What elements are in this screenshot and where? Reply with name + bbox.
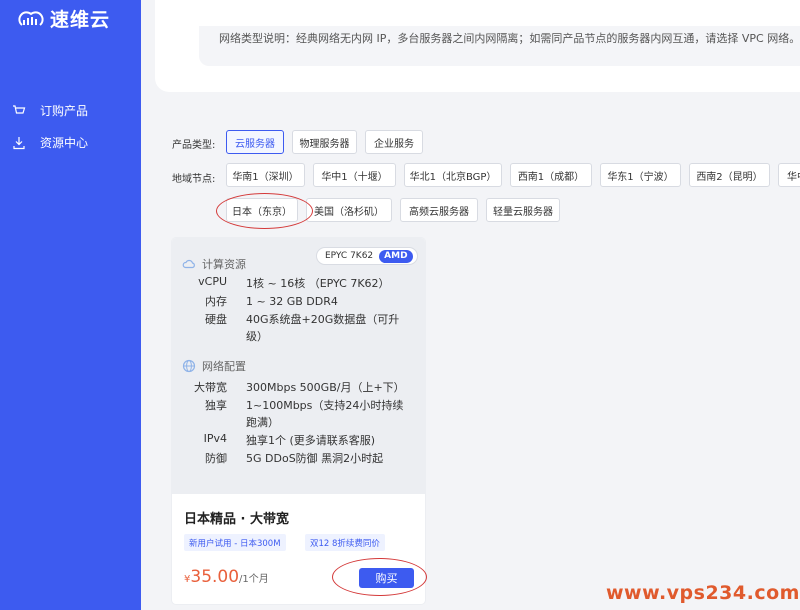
cloud-icon [182, 259, 195, 269]
product-type-physical-server[interactable]: 物理服务器 [292, 130, 357, 154]
brand-name: 速维云 [50, 9, 111, 31]
cpu-model: EPYC 7K62 [325, 251, 374, 261]
cpu-brand-badge: AMD [379, 249, 413, 263]
watermark-text: www.vps234.com [606, 582, 800, 604]
spec-key: 硬盘 [205, 313, 227, 326]
product-title: 日本精品 · 大带宽 [184, 512, 289, 527]
config-panel-top: 网络类型说明：经典网络无内网 IP，多台服务器之间内网隔离；如需同产品节点的服务… [155, 0, 800, 92]
spec-value: 独享1个 (更多请联系客服) [246, 434, 376, 447]
spec-key: 独享 [205, 399, 227, 412]
spec-value: 1 ~ 32 GB DDR4 [246, 295, 338, 308]
price-amount: 35.00 [190, 567, 240, 587]
product-card[interactable]: EPYC 7K62 AMD 计算资源 vCPU 1核 ~ 16核 （EPYC 7… [172, 238, 425, 604]
sidebar-item-label: 订购产品 [40, 104, 89, 118]
price-period: /1个月 [239, 574, 269, 585]
download-icon [13, 136, 25, 149]
spec-key: vCPU [198, 275, 227, 288]
spec-value: 40G系统盘+20G数据盘（可升级） [246, 313, 400, 343]
region-central-china-1-shiyan[interactable]: 华中1（十堰） [313, 163, 396, 187]
network-title: 网络配置 [202, 360, 246, 373]
buy-button[interactable]: 购买 [359, 568, 414, 588]
promo-tag-new-user: 新用户试用 - 日本300M [184, 534, 286, 551]
region-south-china-1-shenzhen[interactable]: 华南1（深圳） [226, 163, 305, 187]
region-label: 地域节点: [172, 174, 216, 185]
cart-icon [13, 104, 26, 114]
promo-tag-double-12: 双12 8折续费同价 [305, 534, 385, 551]
sidebar-item-resource-center[interactable]: 资源中心 [12, 134, 88, 151]
brand-logo[interactable]: 速维云 [18, 5, 110, 32]
region-southwest-1-chengdu[interactable]: 西南1（成都） [510, 163, 592, 187]
spec-key: 防御 [205, 452, 227, 465]
region-lightweight-server[interactable]: 轻量云服务器 [486, 198, 560, 222]
cpu-tag: EPYC 7K62 AMD [316, 247, 418, 265]
region-high-frequency-server[interactable]: 高频云服务器 [400, 198, 478, 222]
cloud-logo-icon [18, 10, 44, 26]
region-southwest-2-kunming[interactable]: 西南2（昆明） [689, 163, 770, 187]
product-type-label: 产品类型: [172, 140, 216, 151]
spec-key: IPv4 [203, 432, 227, 445]
network-type-note: 网络类型说明：经典网络无内网 IP，多台服务器之间内网隔离；如需同产品节点的服务… [199, 26, 800, 66]
sidebar-item-label: 资源中心 [40, 136, 89, 150]
product-type-enterprise-service[interactable]: 企业服务 [365, 130, 423, 154]
spec-value: 5G DDoS防御 黑洞2小时起 [246, 452, 384, 465]
sidebar-item-order-products[interactable]: 订购产品 [12, 102, 88, 119]
region-central-china-partial[interactable]: 华中 [778, 163, 800, 187]
spec-value: 300Mbps 500GB/月（上+下） [246, 381, 405, 394]
spec-key: 内存 [205, 295, 227, 308]
globe-icon [182, 359, 196, 373]
sidebar: 速维云 订购产品 资源中心 [0, 0, 141, 610]
spec-value: 1核 ~ 16核 （EPYC 7K62） [246, 277, 390, 290]
product-type-cloud-server[interactable]: 云服务器 [226, 130, 284, 154]
card-specs-panel: EPYC 7K62 AMD 计算资源 vCPU 1核 ~ 16核 （EPYC 7… [172, 238, 425, 494]
region-east-china-1-ningbo[interactable]: 华东1（宁波） [600, 163, 681, 187]
network-section-title: 网络配置 [182, 358, 246, 374]
region-usa-los-angeles[interactable]: 美国（洛杉矶） [306, 198, 392, 222]
region-north-china-1-beijing[interactable]: 华北1（北京BGP） [404, 163, 502, 187]
price: ¥35.00/1个月 [184, 567, 269, 587]
compute-section-title: 计算资源 [182, 256, 246, 272]
spec-value: 1~100Mbps（支持24小时持续跑满） [246, 399, 404, 429]
region-japan-tokyo[interactable]: 日本（东京） [226, 198, 298, 222]
compute-title: 计算资源 [202, 258, 246, 271]
spec-key: 大带宽 [194, 381, 227, 394]
